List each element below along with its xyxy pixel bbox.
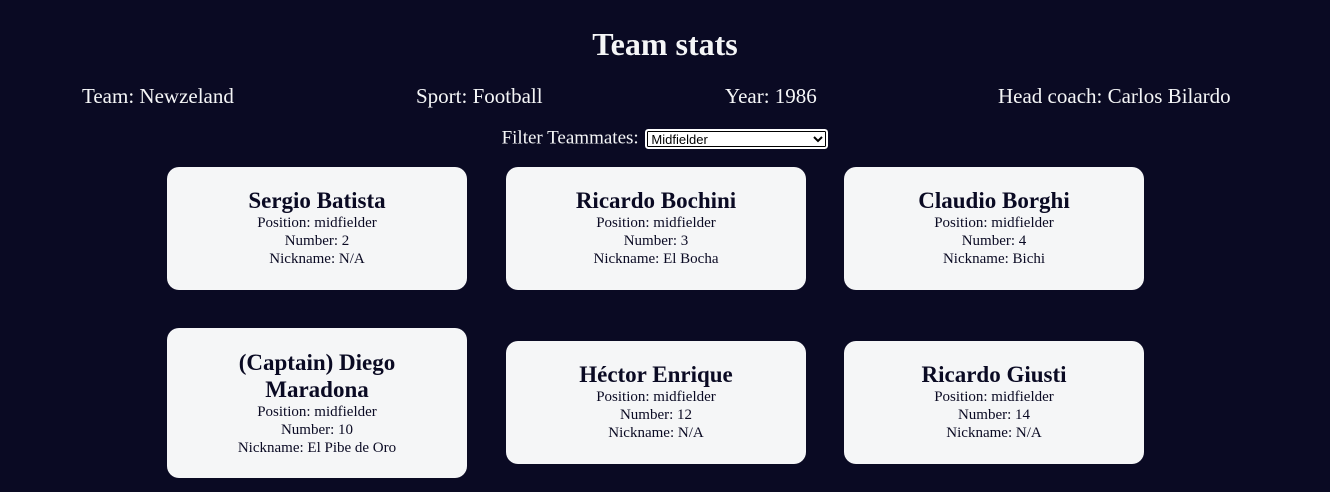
player-number: Number: 2 [284, 233, 350, 249]
player-nickname: Nickname: El Bocha [593, 251, 719, 267]
filter-label: Filter Teammates: [501, 127, 639, 149]
player-number: Number: 3 [623, 233, 689, 249]
player-name: Ricardo Bochini [575, 188, 737, 213]
player-nickname: Nickname: Bichi [942, 251, 1046, 267]
team-stats: Team: Newzeland Sport: Football Year: 19… [0, 82, 1330, 110]
player-number: Number: 10 [280, 422, 354, 438]
player-position: Position: midfielder [596, 215, 716, 231]
team-name: Team: Newzeland [82, 84, 234, 108]
player-position: Position: midfielder [934, 389, 1054, 405]
player-number: Number: 12 [619, 407, 693, 423]
player-nickname: Nickname: N/A [269, 251, 365, 267]
player-nickname: Nickname: N/A [946, 425, 1042, 441]
player-number: Number: 4 [961, 233, 1027, 249]
player-card: Sergio Batista Position: midfielder Numb… [167, 167, 467, 290]
player-card: Héctor Enrique Position: midfielder Numb… [506, 341, 806, 464]
player-card: Claudio Borghi Position: midfielder Numb… [844, 167, 1144, 290]
player-position: Position: midfielder [257, 404, 377, 420]
player-name: Ricardo Giusti [921, 362, 1067, 387]
player-name: Héctor Enrique [579, 362, 733, 387]
filter-teammates-select[interactable]: Midfielder [644, 127, 830, 150]
player-nickname: Nickname: N/A [608, 425, 704, 441]
sport: Sport: Football [416, 84, 543, 108]
player-position: Position: midfielder [257, 215, 377, 231]
player-nickname: Nickname: El Pibe de Oro [237, 440, 397, 456]
player-number: Number: 14 [957, 407, 1031, 423]
player-name: (Captain) Diego Maradona [238, 350, 396, 402]
player-position: Position: midfielder [934, 215, 1054, 231]
player-position: Position: midfielder [596, 389, 716, 405]
player-card: Ricardo Giusti Position: midfielder Numb… [844, 341, 1144, 464]
head-coach: Head coach: Carlos Bilardo [998, 84, 1231, 108]
player-name: Sergio Batista [248, 188, 386, 213]
page-title: Team stats [592, 26, 738, 62]
year: Year: 1986 [725, 84, 817, 108]
player-card: (Captain) Diego Maradona Position: midfi… [167, 328, 467, 478]
player-name: Claudio Borghi [918, 188, 1070, 213]
filter-row: Filter Teammates: Midfielder [0, 126, 1330, 151]
player-card: Ricardo Bochini Position: midfielder Num… [506, 167, 806, 290]
